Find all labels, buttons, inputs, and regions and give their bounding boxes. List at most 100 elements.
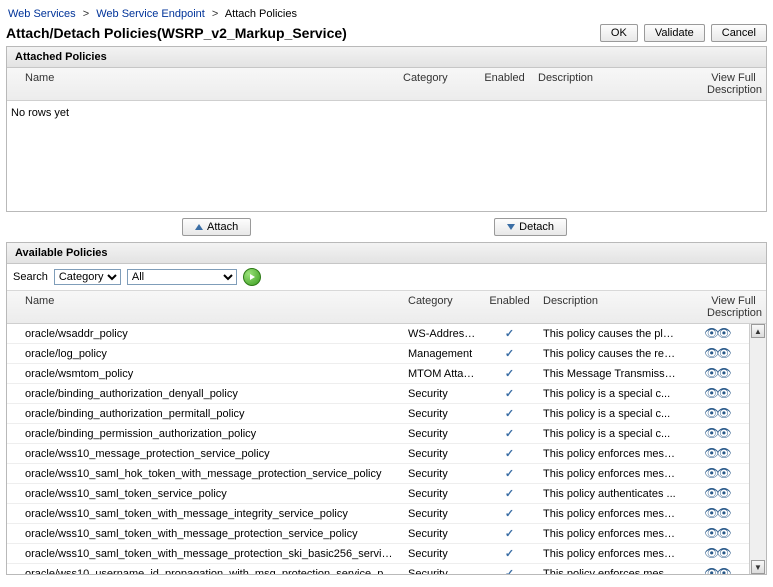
cell-name: oracle/binding_permission_authorization_… bbox=[7, 426, 402, 442]
view-full-icon[interactable]: 👁👁 bbox=[684, 385, 749, 402]
view-full-icon[interactable]: 👁👁 bbox=[684, 465, 749, 482]
enabled-check-icon: ✓ bbox=[482, 445, 537, 462]
view-full-icon[interactable]: 👁👁 bbox=[684, 365, 749, 382]
cell-description: This policy enforces messa... bbox=[537, 466, 684, 482]
enabled-check-icon: ✓ bbox=[482, 425, 537, 442]
cell-name: oracle/wss10_message_protection_service_… bbox=[7, 446, 402, 462]
breadcrumb-current: Attach Policies bbox=[225, 8, 297, 20]
col-description: Description bbox=[532, 68, 701, 100]
col-enabled: Enabled bbox=[482, 291, 537, 323]
cell-category: Security bbox=[402, 566, 482, 575]
cell-category: Security bbox=[402, 546, 482, 562]
table-row[interactable]: oracle/wsaddr_policyWS-Addressing✓This p… bbox=[7, 324, 749, 344]
cell-description: This policy enforces messa... bbox=[537, 526, 684, 542]
enabled-check-icon: ✓ bbox=[482, 485, 537, 502]
table-row[interactable]: oracle/wss10_saml_token_with_message_pro… bbox=[7, 544, 749, 564]
ok-button[interactable]: OK bbox=[600, 24, 638, 42]
view-full-icon[interactable]: 👁👁 bbox=[684, 565, 749, 574]
enabled-check-icon: ✓ bbox=[482, 365, 537, 382]
scrollbar[interactable]: ▲ ▼ bbox=[749, 324, 766, 574]
cell-description: This Message Transmission ... bbox=[537, 366, 684, 382]
view-full-icon[interactable]: 👁👁 bbox=[684, 525, 749, 542]
enabled-check-icon: ✓ bbox=[482, 505, 537, 522]
col-description: Description bbox=[537, 291, 701, 323]
attached-empty-message: No rows yet bbox=[7, 101, 766, 125]
cell-name: oracle/wss10_saml_hok_token_with_message… bbox=[7, 466, 402, 482]
cell-name: oracle/wsaddr_policy bbox=[7, 326, 402, 342]
cell-name: oracle/wss10_saml_token_with_message_int… bbox=[7, 506, 402, 522]
cell-description: This policy causes the pla... bbox=[537, 326, 684, 342]
available-rows: oracle/wsaddr_policyWS-Addressing✓This p… bbox=[7, 324, 749, 574]
view-full-icon[interactable]: 👁👁 bbox=[684, 425, 749, 442]
view-full-icon[interactable]: 👁👁 bbox=[684, 485, 749, 502]
cell-category: Security bbox=[402, 446, 482, 462]
table-row[interactable]: oracle/binding_authorization_permitall_p… bbox=[7, 404, 749, 424]
search-value-select[interactable]: All bbox=[127, 269, 237, 285]
table-row[interactable]: oracle/wss10_saml_token_service_policySe… bbox=[7, 484, 749, 504]
cell-category: Security bbox=[402, 506, 482, 522]
cell-name: oracle/wss10_saml_token_with_message_pro… bbox=[7, 546, 402, 562]
scroll-down-icon[interactable]: ▼ bbox=[751, 560, 765, 574]
cell-name: oracle/log_policy bbox=[7, 346, 402, 362]
table-row[interactable]: oracle/wss10_saml_token_with_message_pro… bbox=[7, 524, 749, 544]
enabled-check-icon: ✓ bbox=[482, 465, 537, 482]
attached-column-headers: Name Category Enabled Description View F… bbox=[7, 68, 766, 101]
cell-description: This policy is a special c... bbox=[537, 406, 684, 422]
enabled-check-icon: ✓ bbox=[482, 405, 537, 422]
table-row[interactable]: oracle/wsmtom_policyMTOM Attachments✓Thi… bbox=[7, 364, 749, 384]
table-row[interactable]: oracle/binding_authorization_denyall_pol… bbox=[7, 384, 749, 404]
enabled-check-icon: ✓ bbox=[482, 325, 537, 342]
col-category: Category bbox=[402, 291, 482, 323]
cell-category: Security bbox=[402, 426, 482, 442]
table-row[interactable]: oracle/wss10_username_id_propagation_wit… bbox=[7, 564, 749, 574]
view-full-icon[interactable]: 👁👁 bbox=[684, 545, 749, 562]
cell-category: Security bbox=[402, 526, 482, 542]
cell-description: This policy enforces messa... bbox=[537, 506, 684, 522]
enabled-check-icon: ✓ bbox=[482, 565, 537, 574]
cell-category: Management bbox=[402, 346, 482, 362]
validate-button[interactable]: Validate bbox=[644, 24, 705, 42]
cell-name: oracle/wss10_saml_token_with_message_pro… bbox=[7, 526, 402, 542]
cancel-button[interactable]: Cancel bbox=[711, 24, 767, 42]
search-type-select[interactable]: Category bbox=[54, 269, 121, 285]
enabled-check-icon: ✓ bbox=[482, 525, 537, 542]
breadcrumb-link-0[interactable]: Web Services bbox=[8, 8, 76, 20]
cell-category: Security bbox=[402, 486, 482, 502]
cell-category: Security bbox=[402, 466, 482, 482]
available-column-headers: Name Category Enabled Description View F… bbox=[7, 291, 766, 324]
cell-description: This policy causes the req... bbox=[537, 346, 684, 362]
cell-name: oracle/wss10_saml_token_service_policy bbox=[7, 486, 402, 502]
search-go-icon[interactable] bbox=[243, 268, 261, 286]
scroll-up-icon[interactable]: ▲ bbox=[751, 324, 765, 338]
col-enabled: Enabled bbox=[477, 68, 532, 100]
view-full-icon[interactable]: 👁👁 bbox=[684, 405, 749, 422]
cell-description: This policy enforces messa... bbox=[537, 546, 684, 562]
table-row[interactable]: oracle/wss10_saml_hok_token_with_message… bbox=[7, 464, 749, 484]
cell-description: This policy is a special c... bbox=[537, 426, 684, 442]
triangle-up-icon bbox=[195, 224, 203, 230]
view-full-icon[interactable]: 👁👁 bbox=[684, 345, 749, 362]
attach-detach-bar: Attach Detach bbox=[6, 218, 767, 236]
cell-description: This policy enforces messa... bbox=[537, 446, 684, 462]
table-row[interactable]: oracle/log_policyManagement✓This policy … bbox=[7, 344, 749, 364]
cell-name: oracle/wsmtom_policy bbox=[7, 366, 402, 382]
view-full-icon[interactable]: 👁👁 bbox=[684, 505, 749, 522]
breadcrumb: Web Services > Web Service Endpoint > At… bbox=[8, 8, 767, 20]
view-full-icon[interactable]: 👁👁 bbox=[684, 325, 749, 342]
detach-button[interactable]: Detach bbox=[494, 218, 567, 236]
cell-category: WS-Addressing bbox=[402, 326, 482, 342]
table-row[interactable]: oracle/binding_permission_authorization_… bbox=[7, 424, 749, 444]
view-full-icon[interactable]: 👁👁 bbox=[684, 445, 749, 462]
table-row[interactable]: oracle/wss10_saml_token_with_message_int… bbox=[7, 504, 749, 524]
cell-category: MTOM Attachments bbox=[402, 366, 482, 382]
table-row[interactable]: oracle/wss10_message_protection_service_… bbox=[7, 444, 749, 464]
enabled-check-icon: ✓ bbox=[482, 385, 537, 402]
available-policies-panel: Available Policies Search Category All N… bbox=[6, 242, 767, 575]
attached-policies-panel: Attached Policies Name Category Enabled … bbox=[6, 46, 767, 212]
col-name: Name bbox=[7, 68, 397, 100]
cell-name: oracle/wss10_username_id_propagation_wit… bbox=[7, 566, 402, 575]
col-name: Name bbox=[7, 291, 402, 323]
breadcrumb-link-1[interactable]: Web Service Endpoint bbox=[96, 8, 205, 20]
attach-button[interactable]: Attach bbox=[182, 218, 251, 236]
col-viewfull: View Full Description bbox=[701, 68, 766, 100]
